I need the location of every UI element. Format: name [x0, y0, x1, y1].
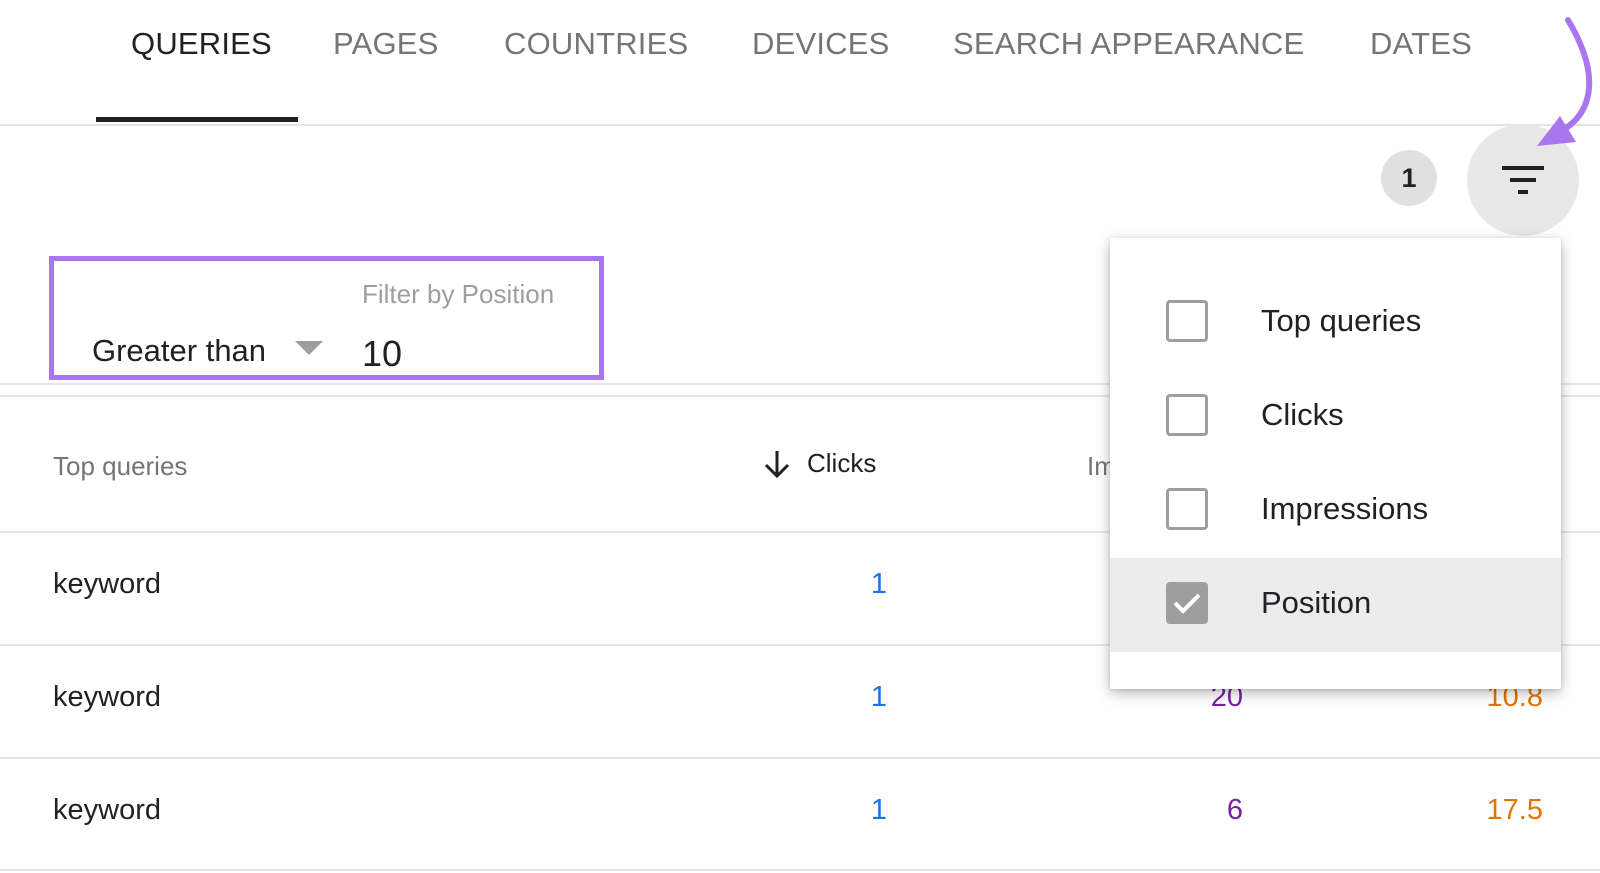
- checkbox[interactable]: [1166, 300, 1208, 342]
- divider: [0, 869, 1600, 871]
- tab-dates[interactable]: DATES: [1370, 26, 1472, 62]
- checkbox[interactable]: [1166, 394, 1208, 436]
- menu-item-label: Position: [1261, 585, 1372, 620]
- dropdown-caret-icon[interactable]: [295, 341, 323, 355]
- active-tab-indicator: [96, 117, 298, 122]
- checkbox-checked[interactable]: [1166, 582, 1208, 624]
- menu-item-clicks[interactable]: Clicks: [1110, 370, 1561, 464]
- filter-label: Filter by Position: [362, 279, 555, 309]
- table-row[interactable]: keyword 1 6 17.5: [0, 758, 1600, 869]
- position-cell: 17.5: [1486, 794, 1543, 826]
- filter-value-input[interactable]: 10: [362, 333, 402, 375]
- query-cell: keyword: [53, 681, 161, 713]
- filter-operator-select[interactable]: Greater than: [92, 333, 266, 369]
- filter-menu: Top queries Clicks Impressions Position: [1110, 238, 1561, 689]
- menu-item-label: Impressions: [1261, 491, 1429, 526]
- impressions-cell: 6: [1226, 794, 1243, 826]
- column-header-top-queries[interactable]: Top queries: [53, 451, 187, 482]
- filter-list-icon: [1502, 166, 1544, 194]
- menu-item-label: Clicks: [1261, 397, 1344, 432]
- tab-pages[interactable]: PAGES: [333, 26, 439, 62]
- check-icon: [1173, 593, 1201, 614]
- position-filter: Filter by Position Greater than 10: [49, 256, 604, 380]
- tab-queries[interactable]: QUERIES: [131, 26, 272, 62]
- active-filter-count-badge: 1: [1381, 150, 1437, 206]
- sort-descending-icon: [764, 450, 790, 478]
- query-cell: keyword: [53, 794, 161, 826]
- query-cell: keyword: [53, 568, 161, 600]
- column-header-clicks[interactable]: Clicks: [763, 448, 876, 479]
- tab-search-appearance[interactable]: SEARCH APPEARANCE: [953, 26, 1304, 62]
- filter-button[interactable]: [1467, 124, 1579, 236]
- menu-item-impressions[interactable]: Impressions: [1110, 464, 1561, 558]
- clicks-cell: 1: [870, 681, 887, 713]
- tab-countries[interactable]: COUNTRIES: [504, 26, 688, 62]
- clicks-cell: 1: [870, 568, 887, 600]
- menu-item-label: Top queries: [1261, 303, 1422, 338]
- clicks-header-label: Clicks: [807, 448, 877, 478]
- report-tabs: QUERIES PAGES COUNTRIES DEVICES SEARCH A…: [0, 0, 1600, 126]
- clicks-cell: 1: [870, 794, 887, 826]
- tab-devices[interactable]: DEVICES: [752, 26, 890, 62]
- checkbox[interactable]: [1166, 488, 1208, 530]
- menu-item-position[interactable]: Position: [1110, 558, 1561, 652]
- menu-item-top-queries[interactable]: Top queries: [1110, 276, 1561, 370]
